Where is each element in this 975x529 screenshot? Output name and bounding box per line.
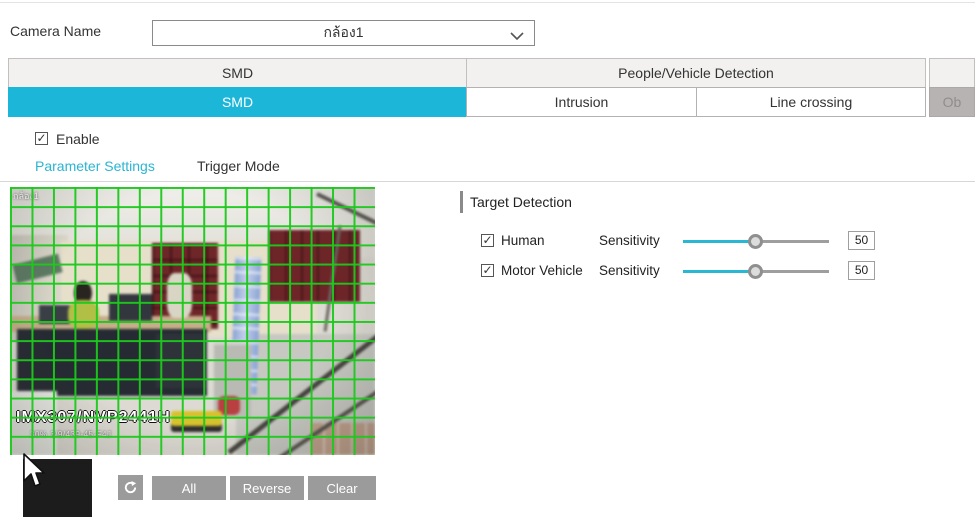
motor-vehicle-checkbox[interactable]: ✓ bbox=[481, 264, 494, 277]
camera-select-value: กล้อง1 bbox=[323, 22, 363, 44]
reverse-button[interactable]: Reverse bbox=[230, 476, 304, 500]
motor-vehicle-sensitivity-label: Sensitivity bbox=[599, 263, 683, 278]
motor-vehicle-slider-thumb[interactable] bbox=[748, 264, 763, 279]
tab-object-cutoff[interactable]: Ob bbox=[929, 87, 975, 117]
tab-cutoff-group[interactable] bbox=[929, 58, 975, 88]
chevron-down-icon bbox=[510, 28, 524, 44]
target-detection-accent-bar bbox=[460, 191, 463, 213]
human-sensitivity-value[interactable]: 50 bbox=[848, 231, 875, 250]
refresh-icon bbox=[123, 480, 138, 495]
enable-checkbox[interactable]: ✓ bbox=[35, 132, 48, 145]
tab-smd-group[interactable]: SMD bbox=[8, 58, 467, 88]
tab-object-cutoff-label: Ob bbox=[943, 94, 962, 110]
video-preview[interactable]: กล้อง1 IMX307/NVP2441H 30% 3/9/439-45-F4… bbox=[10, 187, 375, 455]
tab-intrusion[interactable]: Intrusion bbox=[466, 87, 697, 117]
human-label: Human bbox=[501, 233, 599, 248]
smd-settings-page: Camera Name กล้อง1 SMD People/Vehicle De… bbox=[0, 0, 975, 529]
tab-parameter-settings[interactable]: Parameter Settings bbox=[35, 158, 155, 174]
human-slider-thumb[interactable] bbox=[748, 234, 763, 249]
enable-label: Enable bbox=[56, 131, 100, 147]
camera-name-label: Camera Name bbox=[10, 23, 101, 39]
human-sensitivity-slider[interactable] bbox=[683, 233, 829, 249]
human-sensitivity-label: Sensitivity bbox=[599, 233, 683, 248]
camera-select-dropdown[interactable]: กล้อง1 bbox=[152, 20, 535, 46]
mouse-cursor bbox=[22, 453, 46, 491]
top-divider bbox=[0, 2, 975, 3]
tab-trigger-mode[interactable]: Trigger Mode bbox=[197, 158, 280, 174]
tab-smd[interactable]: SMD bbox=[8, 87, 467, 117]
tab-line-crossing-label: Line crossing bbox=[770, 94, 853, 110]
tab-smd-group-label: SMD bbox=[222, 65, 253, 81]
clear-button[interactable]: Clear bbox=[308, 476, 376, 500]
detection-grid-overlay[interactable] bbox=[10, 187, 375, 455]
target-detection-title: Target Detection bbox=[470, 194, 572, 210]
motor-vehicle-sensitivity-value[interactable]: 50 bbox=[848, 261, 875, 280]
all-button[interactable]: All bbox=[152, 476, 226, 500]
refresh-button[interactable] bbox=[118, 475, 143, 500]
tab-people-vehicle-label: People/Vehicle Detection bbox=[618, 65, 774, 81]
tab-smd-label: SMD bbox=[222, 94, 253, 110]
human-checkbox[interactable]: ✓ bbox=[481, 234, 494, 247]
human-detection-row: ✓ Human Sensitivity 50 bbox=[481, 231, 901, 249]
motor-vehicle-label: Motor Vehicle bbox=[501, 263, 599, 278]
tab-intrusion-label: Intrusion bbox=[555, 94, 609, 110]
tab-line-crossing[interactable]: Line crossing bbox=[696, 87, 926, 117]
motor-vehicle-sensitivity-slider[interactable] bbox=[683, 263, 829, 279]
motor-vehicle-detection-row: ✓ Motor Vehicle Sensitivity 50 bbox=[481, 261, 901, 279]
tab-people-vehicle-detection-group[interactable]: People/Vehicle Detection bbox=[466, 58, 926, 88]
section-divider bbox=[0, 181, 975, 182]
